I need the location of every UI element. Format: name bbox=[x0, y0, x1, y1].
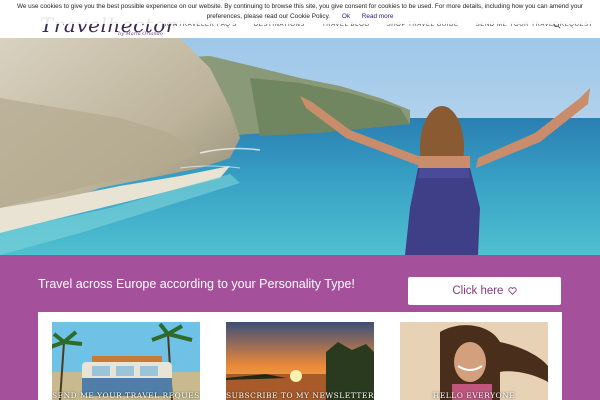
cookie-message: We use cookies to give you the best poss… bbox=[0, 0, 600, 22]
card-label: HELLO EVERYONE bbox=[432, 391, 516, 400]
cookie-ok-button[interactable]: Ok bbox=[342, 13, 350, 20]
card-newsletter[interactable]: SUBSCRIBE TO MY NEWSLETTER bbox=[226, 322, 374, 400]
page: Travelhector by Maria Orlando HOWTRAVELE… bbox=[0, 0, 600, 400]
logo-subtitle: by Maria Orlando bbox=[118, 31, 163, 37]
cookie-bar: We use cookies to give you the best poss… bbox=[0, 0, 600, 24]
cookie-text: We use cookies to give you the best poss… bbox=[16, 3, 584, 20]
card-label: SUBSCRIBE TO MY NEWSLETTER bbox=[226, 391, 374, 400]
smiling-woman-image bbox=[400, 322, 548, 400]
heart-icon bbox=[508, 287, 517, 295]
card-hello[interactable]: HELLO EVERYONE bbox=[400, 322, 548, 400]
click-here-label: Click here bbox=[452, 284, 504, 297]
sunset-lake-image bbox=[226, 322, 374, 400]
band-title: Travel across Europe according to your P… bbox=[38, 277, 355, 291]
cookie-read-more-link[interactable]: Read more bbox=[362, 13, 394, 20]
van-palm-trees-image bbox=[52, 322, 200, 400]
card-label: SEND ME YOUR TRAVEL REQUEST bbox=[52, 391, 200, 400]
card-travel-request[interactable]: SEND ME YOUR TRAVEL REQUEST bbox=[52, 322, 200, 400]
click-here-button[interactable]: Click here bbox=[408, 277, 561, 305]
hero-image bbox=[0, 38, 600, 255]
hero-photo bbox=[0, 38, 600, 255]
